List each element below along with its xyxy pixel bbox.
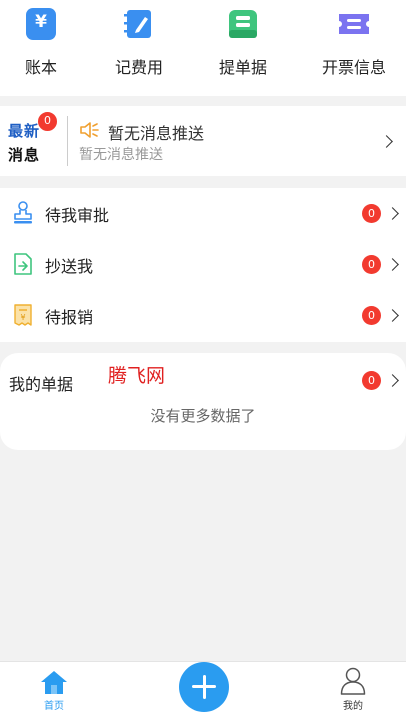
expense-notebook-icon — [122, 8, 156, 40]
quick-action-invoice-info[interactable]: 开票信息 — [304, 0, 404, 96]
chevron-right-icon — [386, 207, 399, 220]
invoice-ticket-icon — [337, 8, 371, 40]
quick-action-ledger[interactable]: ¥ 账本 — [0, 0, 91, 96]
reimburse-receipt-icon: ¥ — [12, 303, 34, 327]
add-button[interactable] — [179, 662, 229, 712]
tab-home[interactable]: 首页 — [14, 662, 94, 712]
task-count-badge: 0 — [362, 204, 381, 223]
ledger-yen-icon: ¥ — [26, 8, 56, 40]
my-documents-panel: 我的单据 腾飞网 0 没有更多数据了 — [0, 353, 406, 450]
tab-home-label: 首页 — [44, 701, 64, 712]
chevron-right-icon — [386, 258, 399, 271]
task-count-badge: 0 — [362, 306, 381, 325]
latest-news-bar[interactable]: 最新 消息 0 暂无消息推送 暂无消息推送 — [0, 106, 406, 176]
task-row-pending-approval[interactable]: 待我审批 0 — [0, 188, 406, 239]
news-title: 暂无消息推送 — [108, 124, 205, 143]
chevron-right-icon — [386, 309, 399, 322]
approval-stamp-icon — [12, 201, 34, 225]
user-icon — [340, 667, 366, 695]
task-label: 待报销 — [45, 308, 94, 327]
watermark-text: 腾飞网 — [108, 365, 166, 387]
task-label: 待我审批 — [45, 206, 110, 225]
svg-text:¥: ¥ — [20, 313, 25, 322]
chevron-right-icon[interactable] — [386, 374, 399, 387]
quick-action-submit-document-label: 提单据 — [218, 58, 267, 77]
news-subtitle: 暂无消息推送 — [79, 147, 163, 163]
quick-action-ledger-label: 账本 — [24, 58, 57, 77]
tab-mine-label: 我的 — [343, 701, 363, 712]
submit-document-icon — [226, 8, 260, 40]
quick-action-record-expense[interactable]: 记费用 — [89, 0, 189, 96]
empty-state-text: 没有更多数据了 — [150, 407, 256, 425]
task-row-pending-reimbursement[interactable]: ¥ 待报销 0 — [0, 290, 406, 341]
quick-action-submit-document[interactable]: 提单据 — [193, 0, 293, 96]
home-icon — [40, 669, 68, 695]
task-label: 抄送我 — [45, 257, 94, 276]
task-list: 待我审批 0 抄送我 0 ¥ 待报销 0 — [0, 188, 406, 342]
task-count-badge: 0 — [362, 255, 381, 274]
chevron-right-icon — [380, 135, 393, 148]
quick-action-record-expense-label: 记费用 — [114, 58, 163, 77]
my-documents-title[interactable]: 我的单据 — [9, 371, 73, 395]
task-row-cc-me[interactable]: 抄送我 0 — [0, 239, 406, 290]
quick-action-invoice-info-label: 开票信息 — [321, 58, 386, 77]
news-unread-badge: 0 — [37, 111, 58, 132]
cc-forward-icon — [12, 252, 34, 276]
my-documents-badge: 0 — [362, 371, 381, 390]
tab-mine[interactable]: 我的 — [313, 662, 393, 712]
quick-actions-panel: ¥ 账本 记费用 提单据 开票信息 — [0, 0, 406, 96]
news-divider — [67, 116, 68, 166]
speaker-icon — [78, 120, 100, 140]
